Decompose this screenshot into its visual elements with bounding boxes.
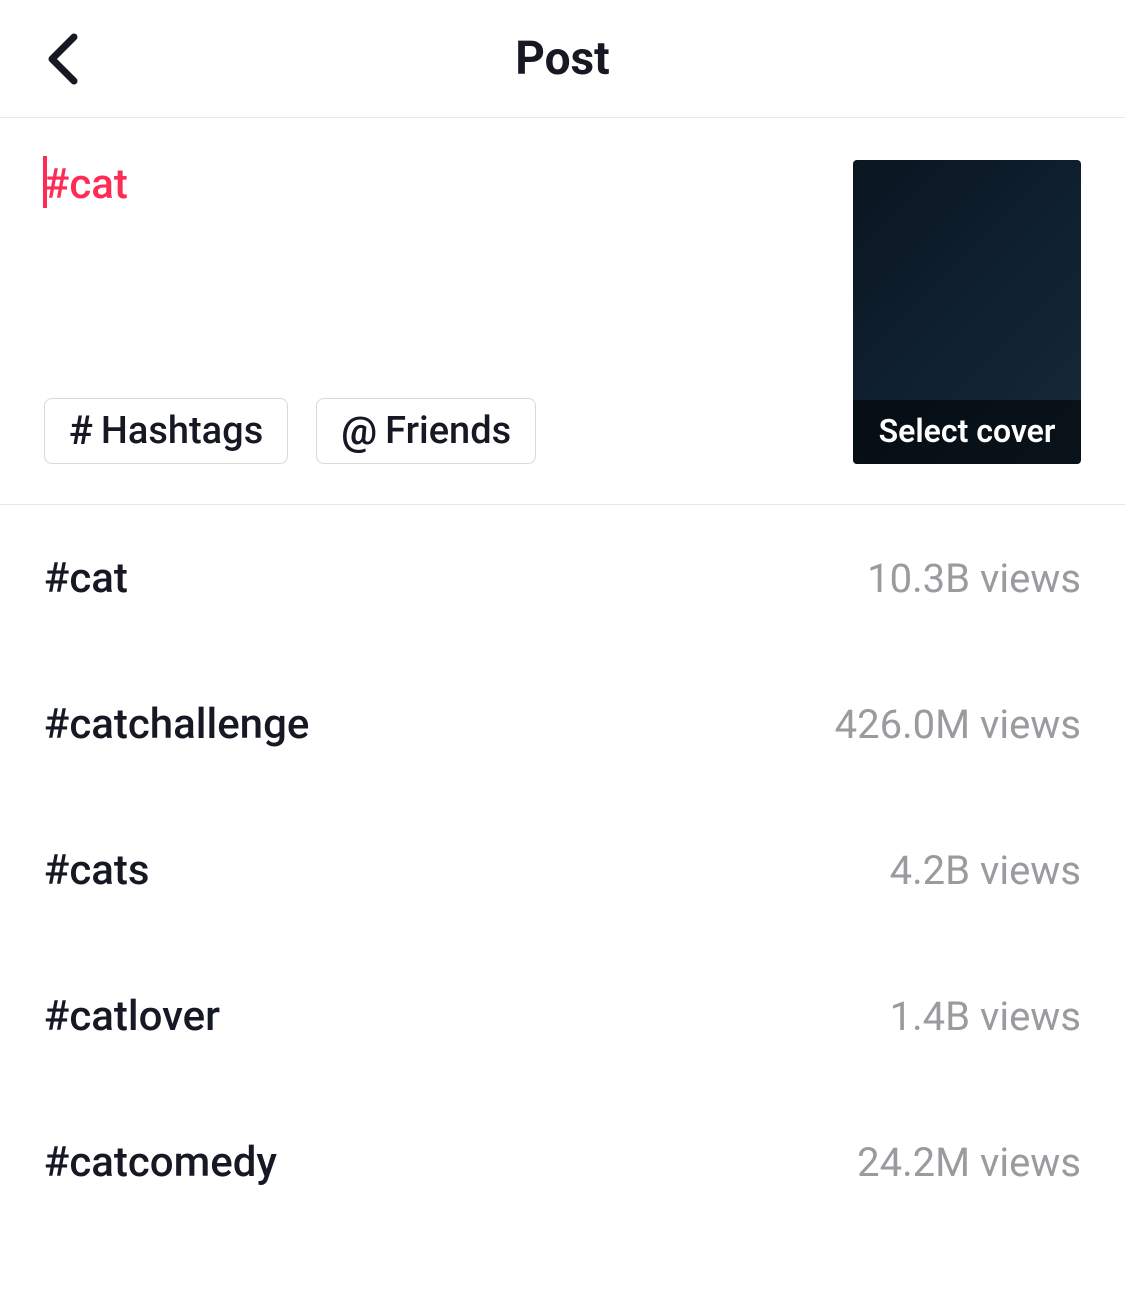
suggestion-views: 10.3B views xyxy=(867,555,1081,602)
suggestion-views: 1.4B views xyxy=(890,993,1081,1040)
suggestion-views: 426.0M views xyxy=(835,701,1081,748)
suggestion-row[interactable]: #cat 10.3B views xyxy=(44,505,1081,651)
chip-row: # Hashtags @ Friends xyxy=(44,398,833,464)
suggestion-tag: #catchallenge xyxy=(44,700,309,749)
suggestion-row[interactable]: #catcomedy 24.2M views xyxy=(44,1089,1081,1235)
suggestion-views: 4.2B views xyxy=(890,847,1081,894)
hashtag-suggestions: #cat 10.3B views #catchallenge 426.0M vi… xyxy=(0,505,1125,1235)
suggestion-row[interactable]: #cats 4.2B views xyxy=(44,797,1081,943)
cover-thumbnail[interactable]: Select cover xyxy=(853,160,1081,464)
suggestion-row[interactable]: #catlover 1.4B views xyxy=(44,943,1081,1089)
header: Post xyxy=(0,0,1125,118)
back-icon xyxy=(44,33,82,85)
text-cursor xyxy=(43,156,47,208)
suggestion-views: 24.2M views xyxy=(857,1139,1081,1186)
suggestion-tag: #catlover xyxy=(44,992,220,1041)
mention-icon: @ xyxy=(341,411,377,451)
hashtags-chip-label: Hashtags xyxy=(101,412,263,450)
caption-input[interactable]: #cat xyxy=(44,160,833,210)
compose-area: #cat # Hashtags @ Friends Select cover xyxy=(0,118,1125,505)
hashtag-icon: # xyxy=(69,411,93,451)
suggestion-tag: #cat xyxy=(44,554,128,603)
page-title: Post xyxy=(515,32,610,86)
cover-label: Select cover xyxy=(853,400,1081,464)
suggestion-row[interactable]: #catchallenge 426.0M views xyxy=(44,651,1081,797)
suggestion-tag: #catcomedy xyxy=(44,1138,277,1187)
caption-value: #cat xyxy=(44,160,128,209)
friends-chip[interactable]: @ Friends xyxy=(316,398,536,464)
friends-chip-label: Friends xyxy=(385,412,511,450)
suggestion-tag: #cats xyxy=(44,846,150,895)
hashtags-chip[interactable]: # Hashtags xyxy=(44,398,288,464)
back-button[interactable] xyxy=(44,33,82,85)
compose-left: #cat # Hashtags @ Friends xyxy=(44,160,833,464)
